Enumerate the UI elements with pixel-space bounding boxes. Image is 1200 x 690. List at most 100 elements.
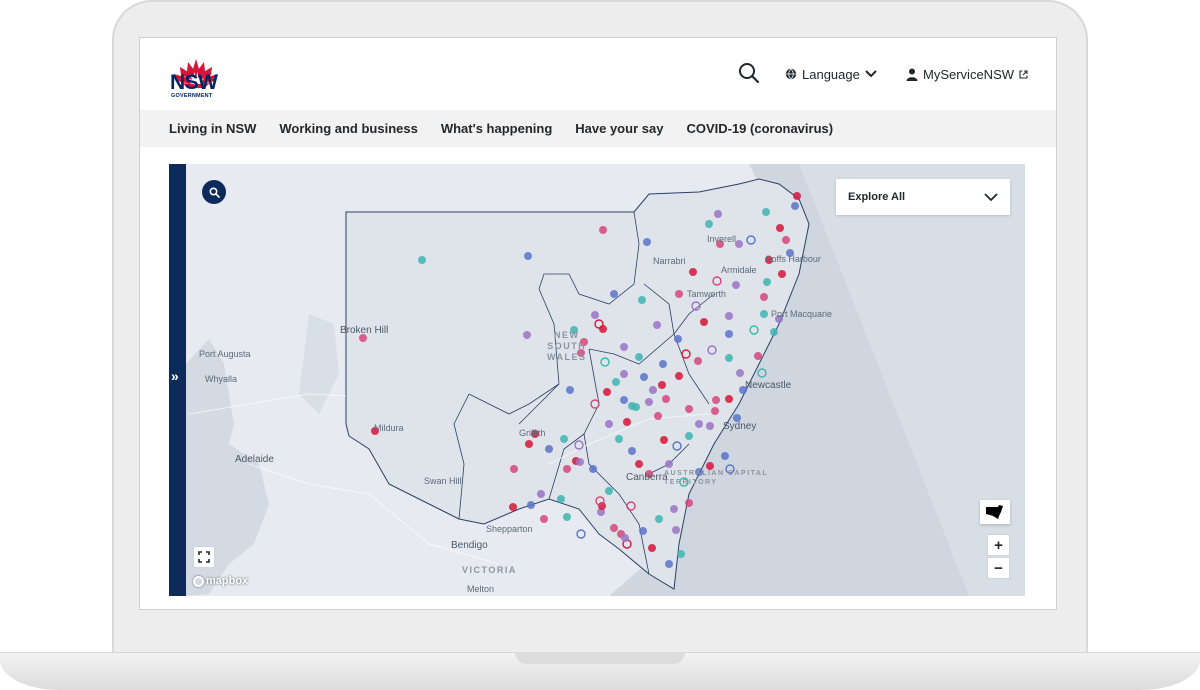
event-marker[interactable] [791, 202, 799, 210]
event-marker[interactable] [654, 412, 662, 420]
event-marker[interactable] [681, 349, 691, 359]
event-marker[interactable] [638, 296, 646, 304]
myservicensw-link[interactable]: MyServiceNSW [906, 64, 1028, 84]
event-marker[interactable] [540, 515, 548, 523]
event-marker[interactable] [655, 515, 663, 523]
event-marker[interactable] [665, 560, 673, 568]
event-marker[interactable] [711, 407, 719, 415]
nav-item-working[interactable]: Working and business [279, 121, 417, 136]
event-marker[interactable] [591, 311, 599, 319]
event-marker[interactable] [563, 513, 571, 521]
event-marker[interactable] [620, 396, 628, 404]
event-marker[interactable] [626, 501, 636, 511]
event-marker[interactable] [576, 458, 584, 466]
event-marker[interactable] [694, 357, 702, 365]
event-marker[interactable] [525, 440, 533, 448]
event-marker[interactable] [600, 357, 610, 367]
event-marker[interactable] [649, 386, 657, 394]
fullscreen-button[interactable] [193, 546, 215, 568]
event-marker[interactable] [590, 399, 600, 409]
event-marker[interactable] [725, 395, 733, 403]
event-marker[interactable] [757, 368, 767, 378]
event-marker[interactable] [714, 210, 722, 218]
event-marker[interactable] [643, 238, 651, 246]
event-marker[interactable] [648, 544, 656, 552]
event-marker[interactable] [576, 529, 586, 539]
event-marker[interactable] [705, 220, 713, 228]
event-marker[interactable] [659, 360, 667, 368]
event-marker[interactable] [675, 372, 683, 380]
event-marker[interactable] [599, 226, 607, 234]
event-marker[interactable] [510, 465, 518, 473]
event-marker[interactable] [762, 208, 770, 216]
event-marker[interactable] [712, 396, 720, 404]
event-marker[interactable] [665, 460, 673, 468]
event-marker[interactable] [749, 325, 759, 335]
event-marker[interactable] [672, 526, 680, 534]
event-marker[interactable] [557, 495, 565, 503]
event-marker[interactable] [736, 369, 744, 377]
event-marker[interactable] [603, 388, 611, 396]
map-view[interactable]: Broken Hill Port Augusta Whyalla Adelaid… [169, 164, 1025, 596]
event-marker[interactable] [598, 502, 606, 510]
event-marker[interactable] [623, 418, 631, 426]
event-marker[interactable] [566, 386, 574, 394]
nav-item-living[interactable]: Living in NSW [169, 121, 256, 136]
event-marker[interactable] [721, 452, 729, 460]
event-marker[interactable] [527, 501, 535, 509]
mapbox-attribution[interactable]: mapbox [193, 575, 248, 587]
event-marker[interactable] [675, 290, 683, 298]
event-marker[interactable] [735, 240, 743, 248]
event-marker[interactable] [523, 331, 531, 339]
event-marker[interactable] [524, 252, 532, 260]
event-marker[interactable] [707, 345, 717, 355]
event-marker[interactable] [545, 445, 553, 453]
event-marker[interactable] [620, 343, 628, 351]
event-marker[interactable] [635, 353, 643, 361]
event-marker[interactable] [725, 312, 733, 320]
event-marker[interactable] [706, 422, 714, 430]
event-marker[interactable] [628, 447, 636, 455]
reset-to-nsw-button[interactable] [980, 500, 1010, 524]
search-icon[interactable] [738, 62, 760, 84]
event-marker[interactable] [776, 224, 784, 232]
event-marker[interactable] [685, 405, 693, 413]
event-marker[interactable] [700, 318, 708, 326]
event-marker[interactable] [640, 373, 648, 381]
sidebar-toggle[interactable]: » [169, 164, 186, 596]
event-marker[interactable] [674, 335, 682, 343]
event-marker[interactable] [672, 441, 682, 451]
event-marker[interactable] [574, 440, 584, 450]
zoom-out-button[interactable]: − [987, 557, 1010, 579]
event-marker[interactable] [695, 420, 703, 428]
zoom-in-button[interactable]: + [987, 534, 1010, 556]
event-marker[interactable] [662, 395, 670, 403]
event-marker[interactable] [605, 420, 613, 428]
event-marker[interactable] [763, 278, 771, 286]
event-marker[interactable] [732, 281, 740, 289]
event-marker[interactable] [689, 268, 697, 276]
event-marker[interactable] [645, 398, 653, 406]
event-marker[interactable] [770, 328, 778, 336]
event-marker[interactable] [725, 354, 733, 362]
event-marker[interactable] [660, 436, 668, 444]
event-marker[interactable] [778, 270, 786, 278]
event-marker[interactable] [691, 301, 701, 311]
event-marker[interactable] [589, 465, 597, 473]
nav-item-happening[interactable]: What's happening [441, 121, 552, 136]
event-marker[interactable] [670, 505, 678, 513]
event-marker[interactable] [615, 435, 623, 443]
event-marker[interactable] [560, 435, 568, 443]
event-marker[interactable] [712, 276, 722, 286]
nav-item-have-your-say[interactable]: Have your say [575, 121, 663, 136]
nav-item-covid[interactable]: COVID-19 (coronavirus) [686, 121, 833, 136]
event-marker[interactable] [754, 352, 762, 360]
event-marker[interactable] [621, 534, 629, 542]
event-marker[interactable] [782, 236, 790, 244]
map-search-button[interactable] [202, 180, 226, 204]
event-marker[interactable] [537, 490, 545, 498]
event-marker[interactable] [793, 192, 801, 200]
event-marker[interactable] [653, 321, 661, 329]
event-marker[interactable] [599, 325, 607, 333]
event-marker[interactable] [685, 432, 693, 440]
